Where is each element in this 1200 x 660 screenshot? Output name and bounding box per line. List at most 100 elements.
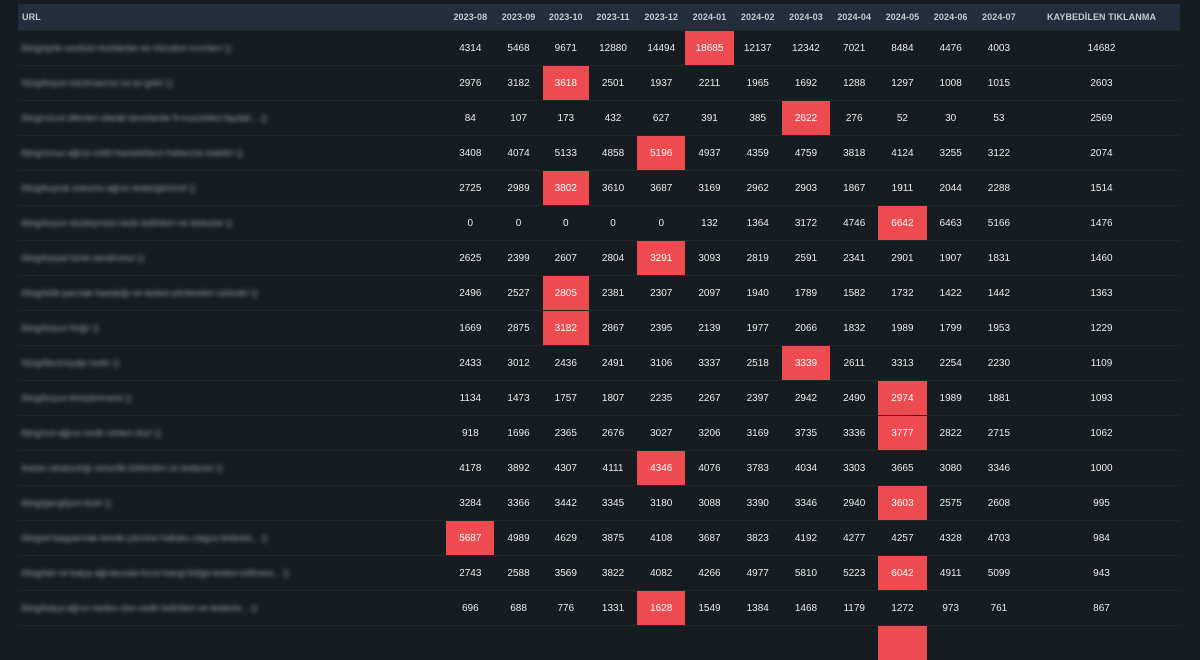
column-header-month[interactable]: 2023-11	[589, 4, 637, 31]
url-cell[interactable]: /blog/tetik-parmak-hastalığı-ve-tedavi-y…	[18, 276, 446, 311]
column-header-month[interactable]: 2024-04	[830, 4, 878, 31]
url-cell[interactable]: /blog/boyun-tutulmasına-ne-iyi-gelir/ ()	[18, 66, 446, 101]
url-cell[interactable]: /blog/kalça-ağrısı-neden-olur-nedir-beli…	[18, 591, 446, 626]
url-link[interactable]: /blog/kuyruk-sokumu-ağrısı-tedavigöründ/…	[21, 183, 196, 193]
month-value-cell: 0	[494, 206, 542, 241]
month-value-cell: 688	[494, 591, 542, 626]
table-header-row: URL2023-082023-092023-102023-112023-1220…	[18, 4, 1180, 31]
url-link[interactable]: /blog/tetik-parmak-hastalığı-ve-tedavi-y…	[21, 288, 258, 298]
column-header-month[interactable]: 2023-09	[494, 4, 542, 31]
month-value-cell: 2608	[975, 486, 1023, 521]
url-cell[interactable]: /blog/karpal-tünel-sendromu/ ()	[18, 241, 446, 276]
month-value-cell: 1582	[830, 276, 878, 311]
url-link[interactable]: /blog/sırt-ağrısı-nedir-neden-olur/ ()	[21, 428, 161, 438]
url-cell[interactable]: /blog/aylık-usulsüz-rezidanlar-ve-vücudu…	[18, 31, 446, 66]
month-value-cell: 3610	[589, 171, 637, 206]
table-row: /blog/tetik-parmak-hastalığı-ve-tedavi-y…	[18, 276, 1180, 311]
month-value-cell: 3818	[830, 136, 878, 171]
url-link[interactable]: /blog/boyun-düzleşmesi-nedir-belirtileri…	[21, 218, 232, 228]
url-link[interactable]: /blog/karpal-tünel-sendromu/ ()	[21, 253, 144, 263]
url-cell[interactable]: /blog/kuyruk-sokumu-ağrısı-tedavigöründ/…	[18, 171, 446, 206]
url-link[interactable]: /blog/vücut-dilimleri-olarak-tanıtılanla…	[21, 113, 267, 123]
month-value-cell: 84	[446, 101, 494, 136]
column-header-month[interactable]: 2024-02	[734, 4, 782, 31]
column-header-month[interactable]: 2024-05	[878, 4, 926, 31]
month-value-cell: 4074	[494, 136, 542, 171]
url-cell[interactable]: /blog/el-başparmak-kemik-çıkıntısı-hallu…	[18, 521, 446, 556]
column-header-url[interactable]: URL	[18, 4, 446, 31]
url-cell[interactable]: /blog/boyun-düzleşmesi-nedir-belirtileri…	[18, 206, 446, 241]
month-value-cell: 4178	[446, 451, 494, 486]
month-value-cell: 3823	[734, 521, 782, 556]
month-value-cell	[927, 626, 975, 660]
table-body: /blog/aylık-usulsüz-rezidanlar-ve-vücudu…	[18, 31, 1180, 660]
month-value-cell: 391	[685, 101, 733, 136]
url-cell[interactable]: /kasta-rahatsızlığı-omurilik-bölümleri-v…	[18, 451, 446, 486]
month-value-cell: 2395	[637, 311, 685, 346]
url-cell[interactable]: /blog/fibromiyalji-nedir/ ()	[18, 346, 446, 381]
month-value-cell: 1384	[734, 591, 782, 626]
month-value-cell: 1911	[878, 171, 926, 206]
url-cell[interactable]: /blog/gangliyon-kisti/ ()	[18, 486, 446, 521]
column-header-month[interactable]: 2024-03	[782, 4, 830, 31]
month-value-cell: 4937	[685, 136, 733, 171]
month-value-cell: 3735	[782, 416, 830, 451]
month-value-cell: 5133	[543, 136, 589, 171]
url-link[interactable]: /blog/gangliyon-kisti/ ()	[21, 498, 111, 508]
lost-clicks-cell: 1514	[1023, 171, 1180, 206]
month-value-cell: 12880	[589, 31, 637, 66]
url-cell[interactable]: /blog/vücut-dilimleri-olarak-tanıtılanla…	[18, 101, 446, 136]
month-value-cell: 3346	[975, 451, 1023, 486]
url-link[interactable]: /blog/kalça-ağrısı-neden-olur-nedir-beli…	[21, 603, 257, 613]
column-header-lost-clicks[interactable]: KAYBEDİLEN TIKLANMA	[1023, 4, 1180, 31]
lost-clicks-cell: 1476	[1023, 206, 1180, 241]
month-value-cell: 8484	[878, 31, 926, 66]
url-link[interactable]: /blog/boyun-fıtığı/ ()	[21, 323, 99, 333]
month-value-cell: 2819	[734, 241, 782, 276]
url-link[interactable]: /kasta-rahatsızlığı-omurilik-bölümleri-v…	[21, 463, 223, 473]
table-row: /blog/omuz-ağrısı-ciddi-hastalıkların-ha…	[18, 136, 1180, 171]
month-value-cell: 2230	[975, 346, 1023, 381]
url-cell[interactable]: /blog/bel-ve-kalça-ağrılarında-önce-hang…	[18, 556, 446, 591]
month-value-cell: 2875	[494, 311, 542, 346]
month-value-cell: 2715	[975, 416, 1023, 451]
table-row: /blog/gangliyon-kisti/ ()328433663442334…	[18, 486, 1180, 521]
url-link[interactable]: /blog/omuz-ağrısı-ciddi-hastalıkların-ha…	[21, 148, 243, 158]
month-value-cell: 3012	[494, 346, 542, 381]
lost-clicks-cell: 984	[1023, 521, 1180, 556]
month-value-cell: 4277	[830, 521, 878, 556]
column-header-month[interactable]: 2024-07	[975, 4, 1023, 31]
month-value-cell: 2097	[685, 276, 733, 311]
month-value-cell	[637, 626, 685, 660]
month-value-cell: 53	[975, 101, 1023, 136]
month-value-cell: 1907	[927, 241, 975, 276]
month-value-cell: 4746	[830, 206, 878, 241]
column-header-month[interactable]: 2024-01	[685, 4, 733, 31]
month-value-cell: 1940	[734, 276, 782, 311]
url-link[interactable]: /blog/boyun-kireçlenmesi/ ()	[21, 393, 132, 403]
month-value-cell: 1832	[830, 311, 878, 346]
month-value-cell: 4266	[685, 556, 733, 591]
url-link[interactable]: /blog/aylık-usulsüz-rezidanlar-ve-vücudu…	[21, 43, 231, 53]
column-header-month[interactable]: 2024-06	[927, 4, 975, 31]
month-value-cell: 3802	[543, 171, 589, 206]
url-cell[interactable]: /blog/boyun-kireçlenmesi/ ()	[18, 381, 446, 416]
url-link[interactable]: /blog/fibromiyalji-nedir/ ()	[21, 358, 120, 368]
column-header-month[interactable]: 2023-12	[637, 4, 685, 31]
url-link[interactable]: /blog/bel-ve-kalça-ağrılarında-önce-hang…	[21, 568, 289, 578]
column-header-month[interactable]: 2023-10	[543, 4, 589, 31]
url-cell[interactable]	[18, 626, 446, 660]
month-value-cell: 2211	[685, 66, 733, 101]
url-link[interactable]: /blog/el-başparmak-kemik-çıkıntısı-hallu…	[21, 533, 268, 543]
month-value-cell: 5099	[975, 556, 1023, 591]
url-cell[interactable]: /blog/sırt-ağrısı-nedir-neden-olur/ ()	[18, 416, 446, 451]
url-cell[interactable]: /blog/boyun-fıtığı/ ()	[18, 311, 446, 346]
url-link[interactable]: /blog/boyun-tutulmasına-ne-iyi-gelir/ ()	[21, 78, 173, 88]
month-value-cell: 2962	[734, 171, 782, 206]
lost-clicks-table-container: URL2023-082023-092023-102023-112023-1220…	[18, 4, 1180, 660]
url-cell[interactable]: /blog/omuz-ağrısı-ciddi-hastalıkların-ha…	[18, 136, 446, 171]
month-value-cell: 1015	[975, 66, 1023, 101]
month-value-cell: 6642	[878, 206, 926, 241]
month-value-cell: 276	[830, 101, 878, 136]
column-header-month[interactable]: 2023-08	[446, 4, 494, 31]
